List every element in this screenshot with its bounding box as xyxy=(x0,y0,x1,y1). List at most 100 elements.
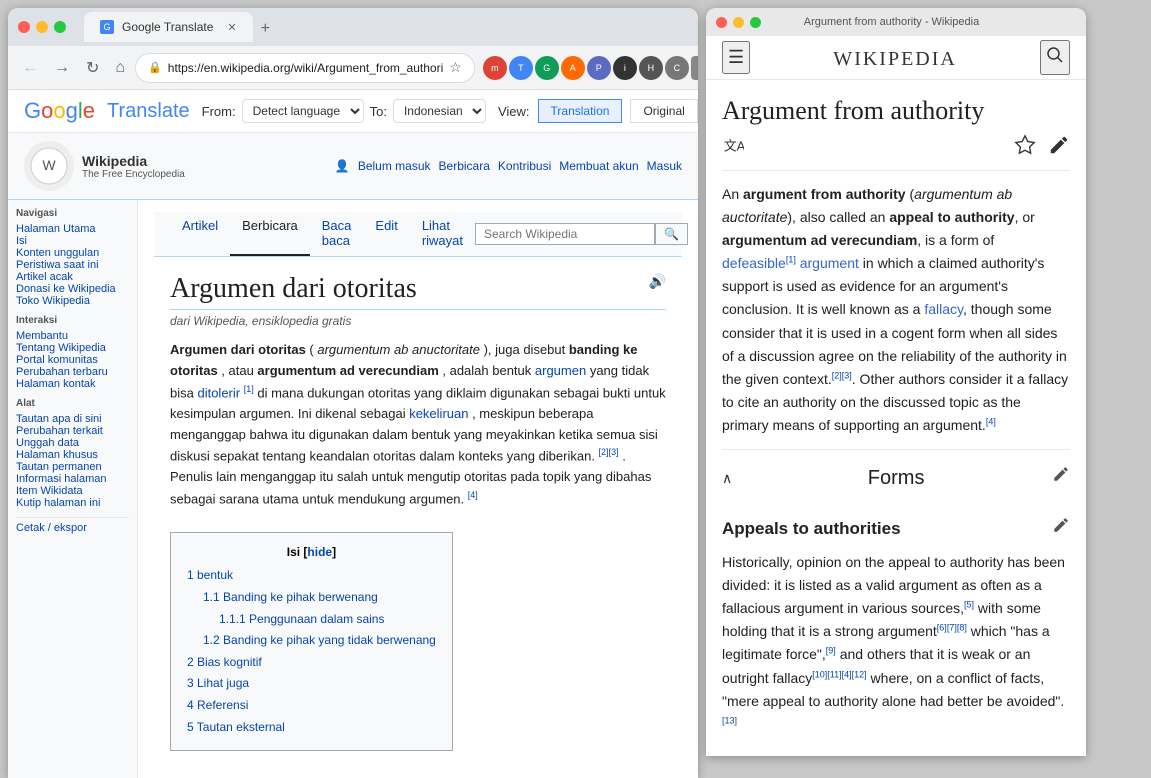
sidebar-item-tentang[interactable]: Tentang Wikipedia xyxy=(16,342,106,354)
from-language-select[interactable]: Detect language xyxy=(242,99,364,123)
kontribusi-link[interactable]: Kontribusi xyxy=(498,159,551,173)
tab-lihat-riwayat[interactable]: Lihat riwayat xyxy=(410,212,475,256)
google-logo: Google xyxy=(24,98,95,124)
forms-edit-button[interactable] xyxy=(1052,465,1070,492)
refresh-button[interactable]: ↻ xyxy=(80,54,105,82)
belum-masuk-link[interactable]: Belum masuk xyxy=(358,159,431,173)
membuat-akun-link[interactable]: Membuat akun xyxy=(559,159,638,173)
toc-hide-link[interactable]: hide xyxy=(307,545,332,559)
link-argumen[interactable]: argumen xyxy=(535,363,586,378)
wiki-tabs: Artikel Berbicara Baca baca Edit Lihat r… xyxy=(154,212,682,257)
sidebar-item-donasi[interactable]: Donasi ke Wikipedia xyxy=(16,283,116,295)
maximize-button[interactable] xyxy=(54,21,66,33)
toc-link-1-2[interactable]: 1.2 Banding ke pihak yang tidak berwenan… xyxy=(203,633,436,647)
tab-label: Google Translate xyxy=(122,20,213,34)
chrome-tab[interactable]: G Google Translate ✕ xyxy=(84,12,253,42)
close-button[interactable] xyxy=(18,21,30,33)
sidebar-section-alat: Alat xyxy=(16,398,129,409)
sidebar-item-toko[interactable]: Toko Wikipedia xyxy=(16,295,90,307)
wiki-search-area: 🔍 xyxy=(475,212,688,256)
extensions-icon-6[interactable]: i xyxy=(613,56,637,80)
extensions-icon-1[interactable]: m xyxy=(483,56,507,80)
from-label: From: xyxy=(202,104,236,119)
chrome-window: G Google Translate ✕ + ← → ↻ ⌂ 🔒 https:/… xyxy=(8,8,698,778)
tab-baca-baca[interactable]: Baca baca xyxy=(310,212,364,256)
appeals-edit-button[interactable] xyxy=(1052,515,1070,543)
forward-button[interactable]: → xyxy=(48,54,76,82)
mobile-menu-button[interactable]: ☰ xyxy=(722,41,750,74)
speaker-icon[interactable]: 🔊 xyxy=(649,273,666,290)
wiki-search-input[interactable] xyxy=(475,223,655,245)
minimize-button[interactable] xyxy=(36,21,48,33)
wiki-search-button[interactable]: 🔍 xyxy=(655,223,688,245)
sidebar-item-konten[interactable]: Konten unggulan xyxy=(16,247,99,259)
sidebar-item-perubahan-terkait[interactable]: Perubahan terkait xyxy=(16,425,103,437)
sidebar-item-tautan-permanen[interactable]: Tautan permanen xyxy=(16,461,102,473)
mobile-bookmark-button[interactable] xyxy=(1014,134,1036,162)
extensions-icon-3[interactable]: G xyxy=(535,56,559,80)
sidebar-item-cetak[interactable]: Cetak / ekspor xyxy=(16,522,87,534)
mobile-search-button[interactable] xyxy=(1040,40,1070,75)
berbicara-link[interactable]: Berbicara xyxy=(439,159,490,173)
mobile-language-button[interactable]: 文A xyxy=(722,134,744,162)
sidebar-item-perubahan[interactable]: Perubahan terbaru xyxy=(16,366,108,378)
article-source: dari Wikipedia, ensiklopedia gratis xyxy=(170,314,666,328)
toc-item-5: 5 Tautan eksternal xyxy=(187,717,436,739)
extensions-icon-2[interactable]: T xyxy=(509,56,533,80)
sidebar-item-kutip[interactable]: Kutip halaman ini xyxy=(16,497,100,509)
link-ditolerir[interactable]: ditolerir xyxy=(197,385,240,400)
sidebar-section-nav: Navigasi xyxy=(16,208,129,219)
translate-bar: Google Translate From: Detect language T… xyxy=(8,90,698,133)
to-language-select[interactable]: Indonesian xyxy=(393,99,486,123)
new-tab-button[interactable]: + xyxy=(253,16,278,42)
extensions-icon-7[interactable]: H xyxy=(639,56,663,80)
sidebar-item-informasi[interactable]: Informasi halaman xyxy=(16,473,107,485)
sidebar-item-portal[interactable]: Portal komunitas xyxy=(16,354,98,366)
sidebar-item-halaman-utama[interactable]: Halaman Utama xyxy=(16,223,95,235)
sidebar-item-kontak[interactable]: Halaman kontak xyxy=(16,378,96,390)
avatar-icon[interactable]: 👤 xyxy=(691,56,698,80)
extensions-icon-4[interactable]: A xyxy=(561,56,585,80)
chrome-titlebar: G Google Translate ✕ + xyxy=(8,8,698,46)
toc-link-1-1-1[interactable]: 1.1.1 Penggunaan dalam sains xyxy=(219,612,384,626)
forms-collapse-icon[interactable]: ∧ xyxy=(722,467,732,490)
sidebar-item-artikel-acak[interactable]: Artikel acak xyxy=(16,271,73,283)
toc-link-3[interactable]: 3 Lihat juga xyxy=(187,676,249,690)
mobile-link-argument[interactable]: argument xyxy=(800,255,859,271)
original-view-button[interactable]: Original xyxy=(630,99,697,123)
article-title: Argumen dari otoritas xyxy=(170,273,666,310)
home-button[interactable]: ⌂ xyxy=(109,54,131,82)
tab-close-icon[interactable]: ✕ xyxy=(227,21,236,34)
sidebar-item-isi[interactable]: Isi xyxy=(16,235,27,247)
toc-link-1[interactable]: 1 bentuk xyxy=(187,568,233,582)
translation-view-button[interactable]: Translation xyxy=(538,99,623,123)
wiki-header-bar: W Wikipedia The Free Encyclopedia 👤 Belu… xyxy=(8,133,698,200)
toc-item-3: 3 Lihat juga xyxy=(187,673,436,695)
toc-link-2[interactable]: 2 Bias kognitif xyxy=(187,655,262,669)
toc-link-4[interactable]: 4 Referensi xyxy=(187,698,248,712)
bookmark-icon[interactable]: ☆ xyxy=(449,59,462,76)
mobile-edit-button[interactable] xyxy=(1048,134,1070,162)
wiki-content: W Wikipedia The Free Encyclopedia 👤 Belu… xyxy=(8,133,698,778)
sidebar-item-unggah[interactable]: Unggah data xyxy=(16,437,79,449)
toc-link-5[interactable]: 5 Tautan eksternal xyxy=(187,720,285,734)
extensions-icon-5[interactable]: P xyxy=(587,56,611,80)
masuk-link[interactable]: Masuk xyxy=(647,159,682,173)
tab-berbicara[interactable]: Berbicara xyxy=(230,212,310,256)
sidebar-item-tautan-di-sini[interactable]: Tautan apa di sini xyxy=(16,413,102,425)
sidebar-item-halaman-khusus[interactable]: Halaman khusus xyxy=(16,449,98,461)
tab-edit[interactable]: Edit xyxy=(363,212,409,256)
mobile-link-defeasible[interactable]: defeasible xyxy=(722,255,786,271)
sidebar-item-peristiwa[interactable]: Peristiwa saat ini xyxy=(16,259,99,271)
sidebar-item-membantu[interactable]: Membantu xyxy=(16,330,68,342)
link-kekeliruan[interactable]: kekeliruan xyxy=(409,406,468,421)
wikipedia-mobile-window: Argument from authority - Wikipedia ☰ WI… xyxy=(706,8,1086,756)
toc-link-1-1[interactable]: 1.1 Banding ke pihak berwenang xyxy=(203,590,378,604)
mobile-link-fallacy[interactable]: fallacy xyxy=(924,301,963,317)
sidebar-item-wikidata[interactable]: Item Wikidata xyxy=(16,485,83,497)
back-button[interactable]: ← xyxy=(16,54,44,82)
translate-view: View: Translation Original ▲ xyxy=(498,99,698,123)
address-bar[interactable]: 🔒 https://en.wikipedia.org/wiki/Argument… xyxy=(135,53,475,83)
tab-artikel[interactable]: Artikel xyxy=(170,212,230,256)
extensions-icon-8[interactable]: C xyxy=(665,56,689,80)
